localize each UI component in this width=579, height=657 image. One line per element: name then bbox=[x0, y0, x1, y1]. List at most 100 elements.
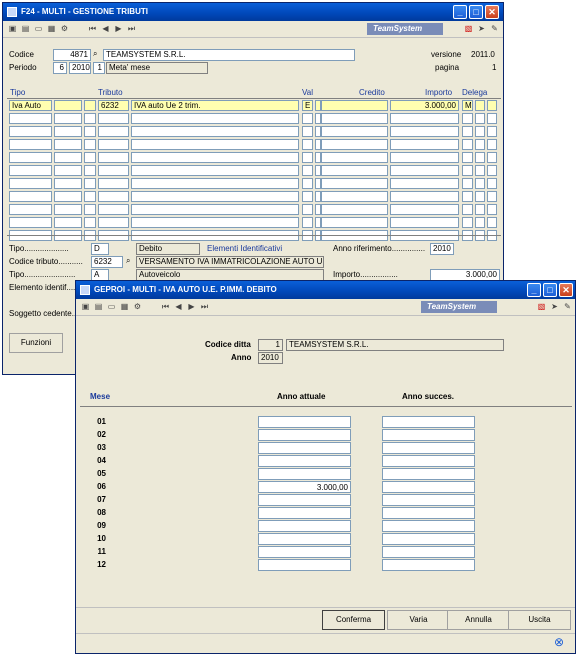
row1-delega3[interactable] bbox=[487, 100, 497, 111]
grid-cell[interactable] bbox=[131, 204, 299, 215]
row1-flag[interactable] bbox=[84, 100, 96, 111]
grid-cell[interactable] bbox=[475, 126, 485, 137]
grid-cell[interactable] bbox=[321, 152, 388, 163]
row1-credito[interactable] bbox=[321, 100, 388, 111]
grid-cell[interactable] bbox=[475, 204, 485, 215]
grid-cell[interactable] bbox=[54, 204, 82, 215]
row1-delega[interactable]: M bbox=[462, 100, 473, 111]
window-title-bar[interactable]: F24 - MULTI - GESTIONE TRIBUTI _ □ ✕ bbox=[3, 3, 503, 21]
grid-cell[interactable] bbox=[390, 139, 459, 150]
anno-succ-field[interactable] bbox=[382, 429, 475, 441]
grid-cell[interactable] bbox=[321, 217, 388, 228]
grid-cell[interactable] bbox=[321, 178, 388, 189]
grid-cell[interactable] bbox=[462, 152, 473, 163]
grid-cell[interactable] bbox=[84, 178, 96, 189]
grid-cell[interactable] bbox=[9, 152, 52, 163]
grid-cell[interactable] bbox=[54, 152, 82, 163]
close-button[interactable]: ✕ bbox=[559, 283, 573, 297]
varia-button[interactable]: Varia bbox=[387, 610, 450, 630]
anno-attuale-field[interactable] bbox=[258, 533, 351, 545]
grid-cell[interactable] bbox=[54, 126, 82, 137]
print-icon[interactable]: ▤ bbox=[93, 301, 104, 312]
anno-succ-field[interactable] bbox=[382, 507, 475, 519]
grid-cell[interactable] bbox=[302, 139, 313, 150]
grid-cell[interactable] bbox=[475, 165, 485, 176]
grid-cell[interactable] bbox=[475, 191, 485, 202]
grid-cell[interactable] bbox=[84, 165, 96, 176]
grid-cell[interactable] bbox=[462, 139, 473, 150]
copy-icon[interactable]: ▦ bbox=[46, 23, 57, 34]
next-record-icon[interactable]: ▶ bbox=[186, 301, 197, 312]
row1-tipo2[interactable] bbox=[54, 100, 82, 111]
anno-succ-field[interactable] bbox=[382, 416, 475, 428]
edit-icon[interactable]: ✎ bbox=[489, 23, 500, 34]
grid-cell[interactable] bbox=[98, 217, 129, 228]
forward-icon[interactable]: ➤ bbox=[549, 301, 560, 312]
grid-cell[interactable] bbox=[98, 126, 129, 137]
anno-succ-field[interactable] bbox=[382, 533, 475, 545]
grid-cell[interactable] bbox=[302, 165, 313, 176]
grid-cell[interactable] bbox=[487, 152, 497, 163]
grid-cell[interactable] bbox=[84, 152, 96, 163]
grid-cell[interactable] bbox=[462, 165, 473, 176]
grid-cell[interactable] bbox=[84, 217, 96, 228]
grid-cell[interactable] bbox=[9, 139, 52, 150]
forward-icon[interactable]: ➤ bbox=[476, 23, 487, 34]
last-record-icon[interactable]: ⏭ bbox=[199, 301, 210, 312]
grid-cell[interactable] bbox=[9, 191, 52, 202]
grid-cell[interactable] bbox=[84, 139, 96, 150]
settings-icon[interactable]: ⚙ bbox=[59, 23, 70, 34]
grid-cell[interactable] bbox=[321, 139, 388, 150]
minimize-button[interactable]: _ bbox=[453, 5, 467, 19]
grid-cell[interactable] bbox=[487, 217, 497, 228]
periodo-num-field[interactable]: 1 bbox=[93, 62, 105, 74]
row1-codice[interactable]: 6232 bbox=[98, 100, 129, 111]
annulla-button[interactable]: Annulla bbox=[447, 610, 510, 630]
last-record-icon[interactable]: ⏭ bbox=[126, 23, 137, 34]
print-icon[interactable]: ▤ bbox=[20, 23, 31, 34]
grid-cell[interactable] bbox=[487, 113, 497, 124]
folder-icon[interactable]: ▭ bbox=[106, 301, 117, 312]
grid-cell[interactable] bbox=[487, 126, 497, 137]
grid-cell[interactable] bbox=[302, 191, 313, 202]
anno-attuale-field[interactable] bbox=[258, 494, 351, 506]
grid-cell[interactable] bbox=[131, 113, 299, 124]
row1-tipo[interactable]: Iva Auto bbox=[9, 100, 52, 111]
grid-cell[interactable] bbox=[462, 178, 473, 189]
grid-cell[interactable] bbox=[9, 165, 52, 176]
grid-cell[interactable] bbox=[98, 204, 129, 215]
minimize-button[interactable]: _ bbox=[527, 283, 541, 297]
grid-cell[interactable] bbox=[54, 139, 82, 150]
grid-cell[interactable] bbox=[302, 113, 313, 124]
grid-cell[interactable] bbox=[9, 204, 52, 215]
grid-cell[interactable] bbox=[98, 178, 129, 189]
anno-attuale-field[interactable] bbox=[258, 546, 351, 558]
anno-succ-field[interactable] bbox=[382, 520, 475, 532]
grid-cell[interactable] bbox=[475, 139, 485, 150]
grid-cell[interactable] bbox=[390, 165, 459, 176]
prev-record-icon[interactable]: ◀ bbox=[173, 301, 184, 312]
grid-cell[interactable] bbox=[9, 113, 52, 124]
grid-cell[interactable] bbox=[302, 126, 313, 137]
maximize-button[interactable]: □ bbox=[469, 5, 483, 19]
save-icon[interactable]: ▣ bbox=[80, 301, 91, 312]
grid-cell[interactable] bbox=[131, 178, 299, 189]
grid-cell[interactable] bbox=[131, 191, 299, 202]
grid-cell[interactable] bbox=[131, 152, 299, 163]
grid-cell[interactable] bbox=[84, 113, 96, 124]
edit-icon[interactable]: ✎ bbox=[562, 301, 573, 312]
conferma-button[interactable]: Conferma bbox=[322, 610, 385, 630]
grid-cell[interactable] bbox=[98, 139, 129, 150]
grid-cell[interactable] bbox=[98, 113, 129, 124]
grid-cell[interactable] bbox=[84, 191, 96, 202]
grid-cell[interactable] bbox=[131, 126, 299, 137]
grid-cell[interactable] bbox=[54, 178, 82, 189]
row1-delega2[interactable] bbox=[475, 100, 485, 111]
close-button[interactable]: ✕ bbox=[485, 5, 499, 19]
grid-cell[interactable] bbox=[487, 191, 497, 202]
anno-succ-field[interactable] bbox=[382, 546, 475, 558]
anno-attuale-field[interactable] bbox=[258, 468, 351, 480]
grid-cell[interactable] bbox=[390, 113, 459, 124]
row1-val[interactable]: E bbox=[302, 100, 313, 111]
grid-cell[interactable] bbox=[131, 165, 299, 176]
